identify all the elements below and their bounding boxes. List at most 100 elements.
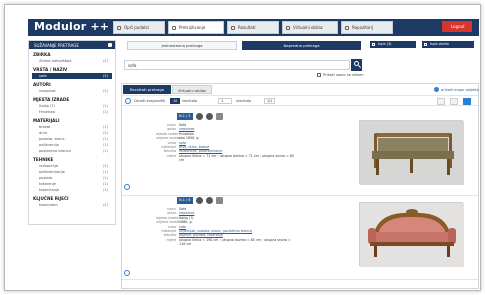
- tab-virtual-tour-results[interactable]: Virtualni obilaz: [172, 85, 212, 94]
- search-button[interactable]: [351, 59, 362, 71]
- sidebar-section-title: MJESTA IZRADE: [33, 97, 70, 102]
- filter-label: tokarenje: [39, 182, 56, 186]
- sidebar-section-title: VRSTA / NAZIV: [33, 67, 68, 72]
- print-icon: [372, 43, 375, 46]
- select-item-radio[interactable]: [124, 270, 130, 276]
- select-all-radio[interactable]: [125, 98, 131, 104]
- item-photo[interactable]: [359, 202, 464, 267]
- filter-label: sofa: [39, 74, 47, 78]
- item-fields: naziv Sofa autor nepoznat mjesto izradeIta…: [156, 207, 291, 247]
- print-collection-button[interactable]: Ispis zbirke: [422, 41, 474, 48]
- advanced-search-button[interactable]: Napredna pretraga: [242, 41, 361, 50]
- image-only-checkbox[interactable]: Prikaži samo sa slikom: [317, 73, 363, 77]
- select-all-label: Označi sve/poništi: [134, 99, 165, 103]
- info-icon[interactable]: [196, 197, 203, 204]
- filter-label: Zbirka namještaja: [39, 59, 72, 63]
- per-page-label: rezultata: [182, 99, 198, 103]
- select-item-radio[interactable]: [124, 184, 130, 190]
- sidebar-section-title: TEHNIKE: [33, 157, 54, 162]
- sidebar-section-title: MATERIJALI: [33, 118, 60, 123]
- view-grid-icon[interactable]: [463, 98, 471, 105]
- simple-search-button[interactable]: Jednostavna pretraga: [127, 41, 237, 50]
- print-icon: [424, 43, 427, 46]
- sidebar-header: SUŽAVANJE PRETRAGE: [29, 41, 115, 49]
- filter-count: (2): [102, 89, 108, 93]
- tab-virtual-tour[interactable]: Virtualni obilaz: [282, 21, 338, 34]
- info-icon[interactable]: [196, 113, 203, 120]
- sidebar-section-title: AUTORI: [33, 82, 51, 87]
- search-icon: [172, 26, 176, 30]
- map-legend[interactable]: prikaži mapu objekta: [434, 87, 479, 92]
- tab-results[interactable]: Rezultati: [227, 21, 279, 34]
- filter-label: brokat: [39, 125, 51, 129]
- filter-label: klasicizam: [39, 203, 58, 207]
- filter-label: drvo: [39, 131, 48, 135]
- per-page-10[interactable]: 10: [170, 98, 181, 104]
- filter-label: polikromija: [39, 143, 59, 147]
- filter-label: pozlaćena bronca: [39, 149, 71, 153]
- item-fields: naziv Sofa autor nepoznat mjesto izradeHrv…: [156, 123, 294, 163]
- filter-count: (1): [102, 188, 108, 192]
- tour-icon: [286, 26, 290, 30]
- filter-label: nepoznat: [39, 89, 56, 93]
- top-bar: Modulor ++ Opći podatci Pretraživanje Re…: [28, 19, 479, 36]
- results-panel: Rezultati pretrage Virtualni obilaz prik…: [121, 83, 479, 289]
- view-icon[interactable]: [206, 113, 213, 120]
- sidebar-filter-item[interactable]: pozlaćena bronca (1): [32, 148, 112, 154]
- sidebar-filter-item[interactable]: nepoznat (2): [32, 88, 112, 94]
- sidebar-filter-item[interactable]: klasicizam (2): [32, 202, 112, 208]
- result-item: N-1 / 6 naziv Sofa autor nepoznat mjesto i…: [122, 192, 478, 280]
- filter-label: polikromiranje: [39, 170, 65, 174]
- collapse-icon[interactable]: [108, 43, 112, 47]
- page-of-label: rezultata: [236, 99, 252, 103]
- sidebar-filter-item[interactable]: tapeciranje (1): [32, 187, 112, 193]
- sidebar-section-title: KLJUČNE RIJEČI: [33, 196, 69, 201]
- sofa-image: [360, 203, 464, 267]
- action-buttons: Ispis (3) Ispis zbirke: [365, 40, 479, 50]
- filter-count: (2): [102, 203, 108, 207]
- sofa-image: [360, 121, 464, 185]
- tab-search-results[interactable]: Rezultati pretrage: [123, 85, 171, 94]
- filter-count: (1): [102, 149, 108, 153]
- view-detail-icon[interactable]: [450, 98, 458, 105]
- filter-count: (1): [102, 110, 108, 114]
- filter-label: pozlata, bronc.: [39, 137, 66, 141]
- map-dot-icon: [434, 87, 439, 92]
- filter-label: rezbarenje: [39, 164, 59, 168]
- sidebar-filter-item[interactable]: sofa (2): [32, 73, 112, 79]
- sidebar-filter-item[interactable]: Zbirka namještaja (2): [32, 58, 112, 64]
- tab-general[interactable]: Opći podatci: [113, 21, 165, 34]
- tab-search[interactable]: Pretraživanje: [168, 21, 224, 34]
- item-id-button[interactable]: N-1 / 3: [177, 113, 193, 120]
- list-icon: [231, 26, 235, 30]
- filter-label: Italija (?): [39, 104, 55, 108]
- search-input[interactable]: [124, 60, 350, 70]
- view-list-icon[interactable]: [437, 98, 445, 105]
- logout-button[interactable]: Logout: [442, 21, 472, 32]
- item-photo[interactable]: [359, 120, 464, 185]
- view-icon[interactable]: [206, 197, 213, 204]
- filter-label: pozlata: [39, 176, 53, 180]
- app-logo: Modulor ++: [34, 20, 110, 33]
- result-item: N-1 / 3 naziv Sofa autor nepoznat mjesto i…: [122, 108, 478, 196]
- checkbox-icon: [317, 73, 321, 77]
- print-icon[interactable]: [216, 197, 223, 204]
- info-icon: [117, 26, 121, 30]
- app-window: Modulor ++ Opći podatci Pretraživanje Re…: [4, 4, 481, 291]
- filter-count: (2): [102, 74, 108, 78]
- item-id-button[interactable]: N-1 / 6: [177, 197, 193, 204]
- sidebar-section-title: ZBIRKA: [33, 52, 51, 57]
- page-indicator: 1/1: [264, 98, 276, 104]
- folder-icon: [345, 26, 349, 30]
- tab-repository[interactable]: Repozitorij: [341, 21, 393, 34]
- filter-label: Hrvatska: [39, 110, 56, 114]
- search-panel: Jednostavna pretraga Napredna pretraga P…: [121, 40, 363, 82]
- sidebar-sections: ZBIRKA Zbirka namještaja (2) VRSTA / NAZIV s…: [29, 51, 115, 208]
- sidebar-filter-item[interactable]: Hrvatska (1): [32, 109, 112, 115]
- export-button[interactable]: Ispis (3): [370, 41, 416, 48]
- page-select[interactable]: 1: [218, 98, 232, 104]
- filter-label: tapeciranje: [39, 188, 60, 192]
- refine-sidebar: SUŽAVANJE PRETRAGE ZBIRKA Zbirka namješta…: [28, 40, 116, 225]
- print-icon[interactable]: [216, 113, 223, 120]
- filter-count: (2): [102, 59, 108, 63]
